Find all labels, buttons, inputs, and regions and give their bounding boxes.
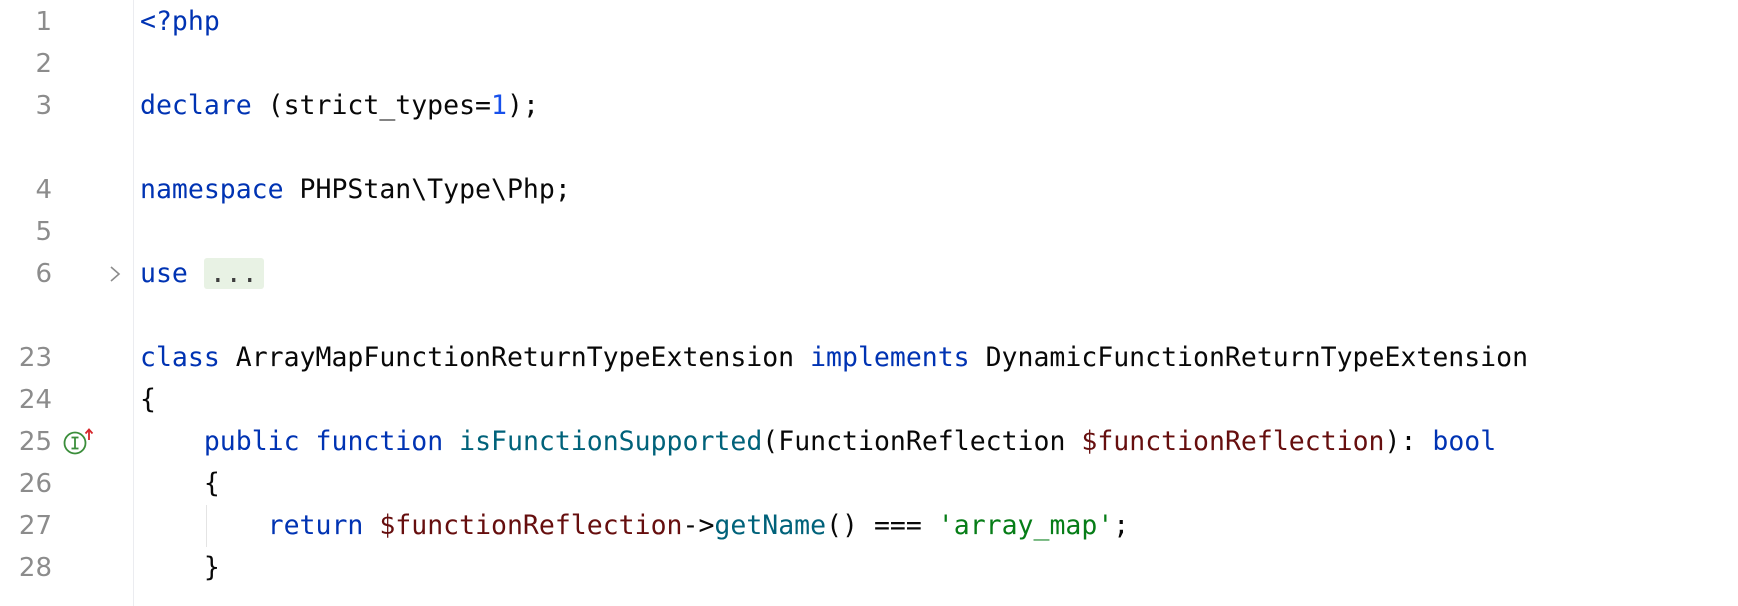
code-token: getName — [714, 510, 827, 541]
line-number: 2 — [35, 49, 52, 79]
code-token: implements — [810, 342, 970, 373]
code-text[interactable]: public function isFunctionSupported(Func… — [140, 421, 1496, 463]
line-number: 23 — [18, 343, 52, 373]
code-token: ; — [1113, 510, 1130, 541]
code-text[interactable]: return $functionReflection->getName() ==… — [140, 505, 1130, 547]
chevron-right-icon[interactable] — [108, 263, 122, 285]
folded-imports[interactable]: ... — [203, 258, 264, 289]
line-number: 3 — [35, 91, 52, 121]
code-token: ArrayMapFunctionReturnTypeExtension — [219, 342, 811, 373]
code-token: namespace — [140, 174, 284, 205]
code-line[interactable]: 3 declare (strict_types=1); — [0, 85, 1738, 127]
code-token: { — [140, 468, 220, 499]
line-number: 1 — [35, 7, 52, 37]
code-token: public — [203, 426, 300, 457]
code-token: (strict_types= — [251, 90, 492, 121]
code-token: } — [140, 552, 220, 583]
code-line[interactable]: 25 public function isFunctionSupported(F… — [0, 421, 1738, 463]
line-number: 27 — [18, 511, 52, 541]
code-text[interactable]: { — [140, 379, 156, 421]
code-token: return — [267, 510, 364, 541]
code-token: use — [140, 258, 188, 289]
code-token: <?php — [140, 6, 220, 37]
code-token: ): — [1384, 426, 1433, 457]
code-text[interactable]: use ... — [140, 253, 264, 295]
code-token: -> — [682, 510, 715, 541]
line-number: 26 — [18, 469, 52, 499]
code-line[interactable]: 4 namespace PHPStan\Type\Php; — [0, 169, 1738, 211]
code-token: function — [315, 426, 444, 457]
code-token: bool — [1432, 426, 1497, 457]
code-text[interactable]: namespace PHPStan\Type\Php; — [140, 169, 571, 211]
code-text[interactable]: declare (strict_types=1); — [140, 85, 539, 127]
code-text[interactable]: } — [140, 547, 220, 589]
line-number: 4 — [35, 175, 52, 205]
code-line[interactable]: 1 <?php — [0, 1, 1738, 43]
line-number: 6 — [35, 259, 52, 289]
line-number: 24 — [18, 385, 52, 415]
code-token: PHPStan\Type\Php; — [283, 174, 571, 205]
code-token: declare — [140, 90, 252, 121]
code-line[interactable]: 27 return $functionReflection->getName()… — [0, 505, 1738, 547]
code-line[interactable]: 26 { — [0, 463, 1738, 505]
code-token: { — [140, 384, 156, 415]
code-token: $functionReflection — [379, 510, 683, 541]
code-token: DynamicFunctionReturnTypeExtension — [969, 342, 1529, 373]
code-token: ); — [506, 90, 539, 121]
code-text[interactable]: { — [140, 463, 220, 505]
code-token: class — [140, 342, 220, 373]
indent-guide — [206, 505, 207, 547]
code-line[interactable]: 28 } — [0, 547, 1738, 589]
code-line[interactable]: 5 — [0, 211, 1738, 253]
code-token: $functionReflection — [1081, 426, 1385, 457]
line-number: 28 — [18, 553, 52, 583]
code-token: 1 — [491, 90, 507, 121]
code-line[interactable]: 24 { — [0, 379, 1738, 421]
code-text[interactable]: class ArrayMapFunctionReturnTypeExtensio… — [140, 337, 1528, 379]
line-number: 5 — [35, 217, 52, 247]
line-number: 25 — [18, 427, 52, 457]
code-line[interactable]: 6 use ... — [0, 253, 1738, 295]
implementing-method-icon[interactable] — [62, 427, 96, 457]
code-token: isFunctionSupported — [459, 426, 763, 457]
code-text[interactable]: <?php — [140, 1, 220, 43]
code-token: () === — [826, 510, 938, 541]
code-line[interactable]: 23 class ArrayMapFunctionReturnTypeExten… — [0, 337, 1738, 379]
code-token: (FunctionReflection — [762, 426, 1082, 457]
code-editor[interactable]: 1 <?php 2 3 declare (strict_types=1); 4 … — [0, 0, 1738, 606]
code-line[interactable]: 2 — [0, 43, 1738, 85]
code-token: 'array_map' — [937, 510, 1114, 541]
